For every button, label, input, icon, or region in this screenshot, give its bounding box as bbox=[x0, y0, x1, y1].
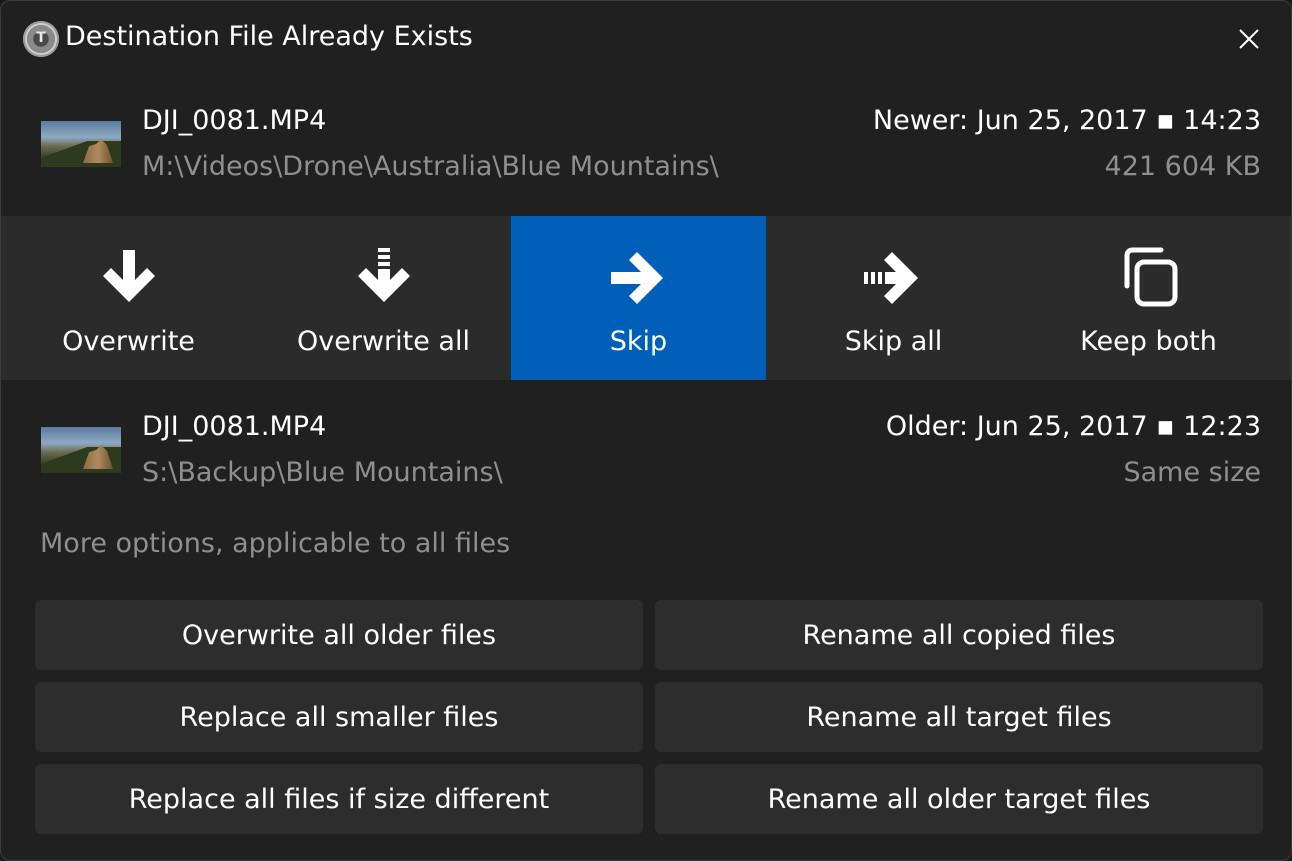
replace-all-smaller-button[interactable]: Replace all smaller files bbox=[35, 682, 643, 752]
source-file-path: M:\Videos\Drone\Australia\Blue Mountains… bbox=[142, 151, 719, 182]
arrow-down-all-icon bbox=[357, 248, 410, 302]
action-bar: Overwrite Overwrite all Skip Skip all Ke… bbox=[1, 216, 1291, 380]
more-options-grid: Overwrite all older files Rename all cop… bbox=[35, 600, 1263, 834]
overwrite-all-button[interactable]: Overwrite all bbox=[256, 216, 511, 380]
overwrite-all-label: Overwrite all bbox=[297, 326, 470, 357]
app-logo-icon bbox=[23, 21, 59, 57]
target-file-path: S:\Backup\Blue Mountains\ bbox=[142, 457, 503, 488]
target-file-size: Same size bbox=[1123, 457, 1261, 488]
title-bar: Destination File Already Exists bbox=[1, 1, 1291, 79]
skip-all-label: Skip all bbox=[844, 326, 943, 357]
target-file-name: DJI_0081.MP4 bbox=[142, 411, 327, 442]
skip-label: Skip bbox=[609, 326, 668, 357]
target-file-date: Older: Jun 25, 2017 ▪ 12:23 bbox=[885, 411, 1261, 442]
rename-all-older-target-button[interactable]: Rename all older target files bbox=[655, 764, 1263, 834]
close-button[interactable] bbox=[1227, 17, 1271, 61]
copy-icon bbox=[1124, 247, 1177, 307]
source-thumbnail bbox=[41, 121, 121, 167]
keep-both-label: Keep both bbox=[1080, 326, 1217, 357]
rename-all-target-button[interactable]: Rename all target files bbox=[655, 682, 1263, 752]
rename-all-copied-button[interactable]: Rename all copied files bbox=[655, 600, 1263, 670]
skip-button[interactable]: Skip bbox=[511, 216, 766, 380]
source-file-size: 421 604 KB bbox=[1104, 151, 1261, 182]
overwrite-label: Overwrite bbox=[62, 326, 195, 357]
target-thumbnail bbox=[41, 427, 121, 473]
replace-all-size-different-button[interactable]: Replace all files if size different bbox=[35, 764, 643, 834]
source-file-row: DJI_0081.MP4 M:\Videos\Drone\Australia\B… bbox=[1, 93, 1291, 193]
dialog-title: Destination File Already Exists bbox=[65, 21, 473, 52]
close-icon bbox=[1239, 29, 1259, 49]
overwrite-all-older-button[interactable]: Overwrite all older files bbox=[35, 600, 643, 670]
skip-all-button[interactable]: Skip all bbox=[766, 216, 1021, 380]
arrow-right-all-icon bbox=[863, 252, 918, 304]
source-file-date: Newer: Jun 25, 2017 ▪ 14:23 bbox=[872, 105, 1261, 136]
dialog-window: Destination File Already Exists DJI_0081… bbox=[0, 0, 1292, 861]
arrow-down-icon bbox=[102, 250, 155, 302]
overwrite-button[interactable]: Overwrite bbox=[1, 216, 256, 380]
target-file-row: DJI_0081.MP4 S:\Backup\Blue Mountains\ O… bbox=[1, 399, 1291, 499]
source-file-name: DJI_0081.MP4 bbox=[142, 105, 327, 136]
arrow-right-icon bbox=[610, 252, 663, 304]
keep-both-button[interactable]: Keep both bbox=[1021, 216, 1276, 380]
more-options-label: More options, applicable to all files bbox=[40, 528, 511, 559]
